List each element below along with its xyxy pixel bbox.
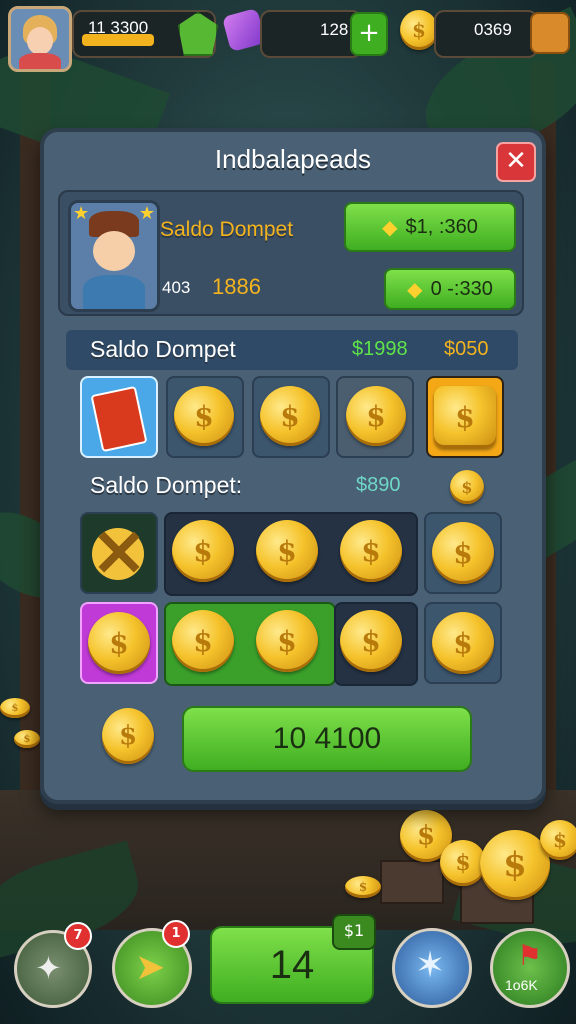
coin-icon: $: [432, 612, 494, 674]
bottom-right-label: 1o6K: [505, 977, 538, 993]
ground-coin: $: [0, 698, 30, 718]
coin-icon[interactable]: $: [340, 610, 402, 672]
profile-name: Saldo Dompet: [160, 218, 294, 241]
coin-icon[interactable]: $: [340, 520, 402, 582]
coin-icon[interactable]: $: [172, 520, 234, 582]
coin-item[interactable]: $: [336, 376, 414, 458]
coin-icon: $: [102, 708, 154, 764]
coin-icon: $: [450, 470, 484, 504]
arrow-icon: ➤: [135, 947, 166, 988]
coin-icon: $: [260, 386, 320, 446]
coin-icon: $: [434, 386, 496, 448]
close-button[interactable]: ✕: [496, 142, 536, 182]
section-1-value-gold: $050: [444, 338, 489, 360]
wallet-bottom-button[interactable]: ◆ 0 -:330: [384, 268, 516, 310]
coin-item[interactable]: $: [424, 512, 502, 594]
gems-value: 128: [320, 20, 349, 39]
wallet-top-value: $1, :360: [405, 215, 478, 238]
profile-avatar: ★ ★: [68, 200, 160, 312]
section-2-label: Saldo Dompet:: [90, 472, 243, 498]
profile-stat-label: 403: [162, 278, 191, 297]
flag-icon: ⚑: [517, 939, 543, 972]
coin-icon: $: [346, 386, 406, 446]
section-1-value-green: $1998: [352, 338, 408, 360]
coin-icon: $: [400, 10, 438, 50]
add-gems-button[interactable]: +: [350, 12, 388, 56]
panel-title: Indbalapeads: [214, 144, 372, 174]
coins-value: 0369: [474, 20, 512, 39]
level-value: 11 3300: [88, 18, 149, 37]
hammer-icon: ✦: [35, 949, 62, 987]
card-item[interactable]: [80, 376, 158, 458]
diamond-icon: ◆: [382, 216, 398, 239]
wallet-bottom-value: 0 -:330: [430, 277, 493, 300]
player-avatar[interactable]: [8, 6, 72, 72]
wallet-top-button[interactable]: ◆ $1, :360: [344, 202, 516, 252]
ground-coin: $: [14, 730, 40, 748]
badge-tools: 7: [64, 922, 92, 950]
claim-button[interactable]: 10 4100: [182, 706, 472, 772]
bottom-center-value: 14: [269, 942, 315, 987]
coin-icon: $: [432, 522, 494, 584]
star-icon: ★: [73, 203, 90, 224]
badge-arrow: 1: [162, 920, 190, 948]
coin-icon: $: [174, 386, 234, 446]
profile-box: ★ ★ Saldo Dompet 403 1886 ◆ $1, :360 ◆ 0…: [58, 190, 524, 316]
magic-star-icon: ✶: [415, 945, 446, 986]
bottom-button-magic[interactable]: ✶: [392, 928, 472, 1008]
sword-item[interactable]: [80, 512, 158, 594]
coin-icon[interactable]: $: [256, 520, 318, 582]
bottom-center-badge-value: $1: [343, 921, 365, 940]
diamond-icon: ◆: [407, 278, 423, 301]
coin-icon[interactable]: $: [172, 610, 234, 672]
coin-item[interactable]: $: [424, 602, 502, 684]
shop-icon[interactable]: [530, 12, 570, 54]
wallet-panel: Indbalapeads ✕ ★ ★ Saldo Dompet 403 1886…: [40, 128, 546, 804]
profile-stat-value: 1886: [212, 274, 261, 299]
coin-icon[interactable]: $: [256, 610, 318, 672]
star-icon: ★: [138, 203, 155, 224]
claim-button-label: 10 4100: [272, 722, 382, 755]
coin-item-purple[interactable]: $: [80, 602, 158, 684]
coin-icon: $: [88, 612, 150, 674]
section-2-value: $890: [356, 474, 401, 496]
coin-item[interactable]: $: [252, 376, 330, 458]
coin-item-selected[interactable]: $: [426, 376, 504, 458]
section-1-label: Saldo Dompet: [90, 336, 236, 362]
bottom-button-daily[interactable]: ⚑ 1o6K: [490, 928, 570, 1008]
coin-item[interactable]: $: [166, 376, 244, 458]
bottom-center-badge: $1: [332, 914, 376, 950]
